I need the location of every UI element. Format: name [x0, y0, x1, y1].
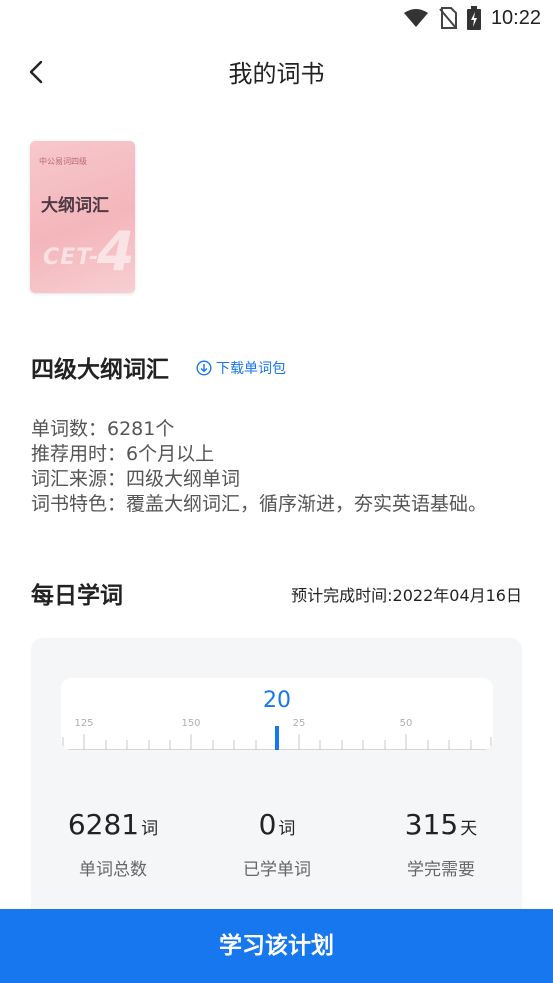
- stat-label: 单词总数: [79, 860, 147, 880]
- ruler-indicator: [275, 726, 279, 750]
- status-icons: 10:22: [403, 6, 541, 30]
- info-feature: 词书特色：覆盖大纲词汇，循序渐进，夯实英语基础。: [31, 493, 488, 515]
- info-word-count: 单词数：6281个: [31, 418, 175, 440]
- stat-learned-words: 0词 已学单词: [197, 808, 357, 880]
- cover-level-number: 4: [97, 220, 135, 283]
- no-sim-icon: [439, 7, 457, 29]
- cover-publisher: 中公易词四级: [39, 157, 87, 166]
- stat-label: 已学单词: [243, 860, 311, 880]
- estimated-finish-time: 预计完成时间:2022年04月16日: [291, 586, 522, 605]
- page-title: 我的词书: [228, 60, 325, 88]
- download-label: 下载单词包: [216, 361, 286, 377]
- info-recommended-time: 推荐用时：6个月以上: [31, 443, 215, 465]
- battery-charging-icon: [466, 6, 481, 30]
- stat-label: 学完需要: [407, 860, 475, 880]
- stat-value: 315: [404, 808, 459, 841]
- download-word-pack-link[interactable]: 下载单词包: [196, 358, 286, 378]
- stat-unit: 词: [278, 819, 296, 839]
- info-source: 词汇来源：四级大纲单词: [31, 468, 241, 490]
- stat-unit: 天: [460, 819, 478, 839]
- book-cover: 中公易词四级 大纲词汇 CET- 4: [30, 141, 135, 293]
- status-time: 10:22: [490, 6, 541, 29]
- daily-words-title: 每日学词: [31, 583, 123, 609]
- daily-words-ruler-picker[interactable]: 20 125 150 25 50: [61, 678, 493, 750]
- stat-total-words: 6281 词 单词总数: [33, 808, 193, 880]
- daily-plan-card: 20 125 150 25 50 6281 词 单词总数 0 词 已学单词 31…: [31, 638, 522, 928]
- header: 我的词书: [0, 44, 553, 98]
- cover-cet-text: CET-: [43, 245, 100, 270]
- cover-title: 大纲词汇: [41, 196, 109, 216]
- stat-value: 6281: [67, 808, 140, 841]
- stat-days-needed: 315 天 学完需要: [361, 808, 521, 880]
- book-info: 单词数：6281个 推荐用时：6个月以上 词汇来源：四级大纲单词 词书特色：覆盖…: [31, 417, 521, 517]
- ruler-scale: [61, 726, 493, 750]
- stat-unit: 词: [141, 819, 159, 839]
- book-name: 四级大纲词汇: [31, 357, 169, 383]
- stats-row: 6281 词 单词总数 0词 已学单词 315 天 学完需要: [31, 808, 522, 898]
- status-bar: 10:22: [0, 0, 553, 38]
- wifi-icon: [403, 9, 428, 27]
- download-icon: [196, 360, 212, 376]
- stat-value: 0: [258, 808, 277, 841]
- study-plan-button[interactable]: 学习该计划: [0, 909, 553, 983]
